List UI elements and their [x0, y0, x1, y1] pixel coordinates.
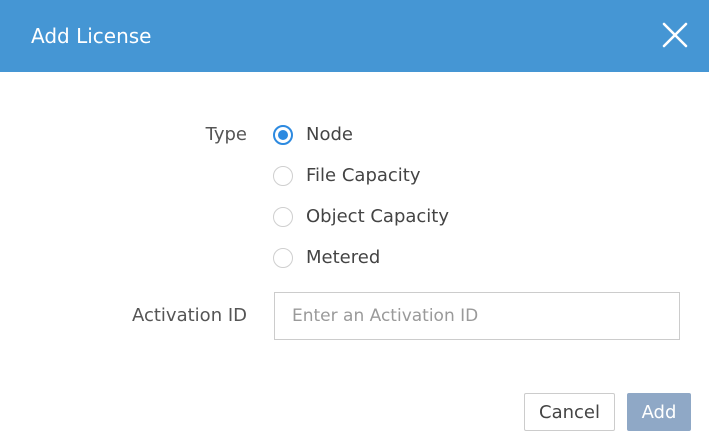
radio-label-object-capacity: Object Capacity: [306, 206, 450, 227]
cancel-button[interactable]: Cancel: [524, 393, 615, 431]
radio-node[interactable]: [273, 125, 293, 145]
radio-label-node: Node: [306, 124, 353, 145]
type-option-metered[interactable]: Metered: [273, 245, 380, 271]
type-option-object-capacity[interactable]: Object Capacity: [273, 204, 449, 230]
radio-label-file-capacity: File Capacity: [306, 165, 421, 186]
radio-metered[interactable]: [273, 248, 293, 268]
add-license-dialog: Add License Type Node File Capacity Obje…: [0, 0, 709, 441]
activation-id-input[interactable]: [274, 292, 680, 340]
dialog-header: Add License: [0, 0, 709, 72]
radio-label-metered: Metered: [306, 247, 381, 268]
dialog-title: Add License: [31, 24, 152, 48]
radio-file-capacity[interactable]: [273, 166, 293, 186]
close-button[interactable]: [657, 17, 693, 53]
radio-object-capacity[interactable]: [273, 207, 293, 227]
type-option-file-capacity[interactable]: File Capacity: [273, 163, 421, 189]
type-option-node[interactable]: Node: [273, 122, 353, 148]
add-button[interactable]: Add: [627, 393, 691, 431]
activation-id-label: Activation ID: [131, 305, 247, 326]
type-label: Type: [205, 124, 247, 145]
close-icon: [662, 22, 688, 48]
